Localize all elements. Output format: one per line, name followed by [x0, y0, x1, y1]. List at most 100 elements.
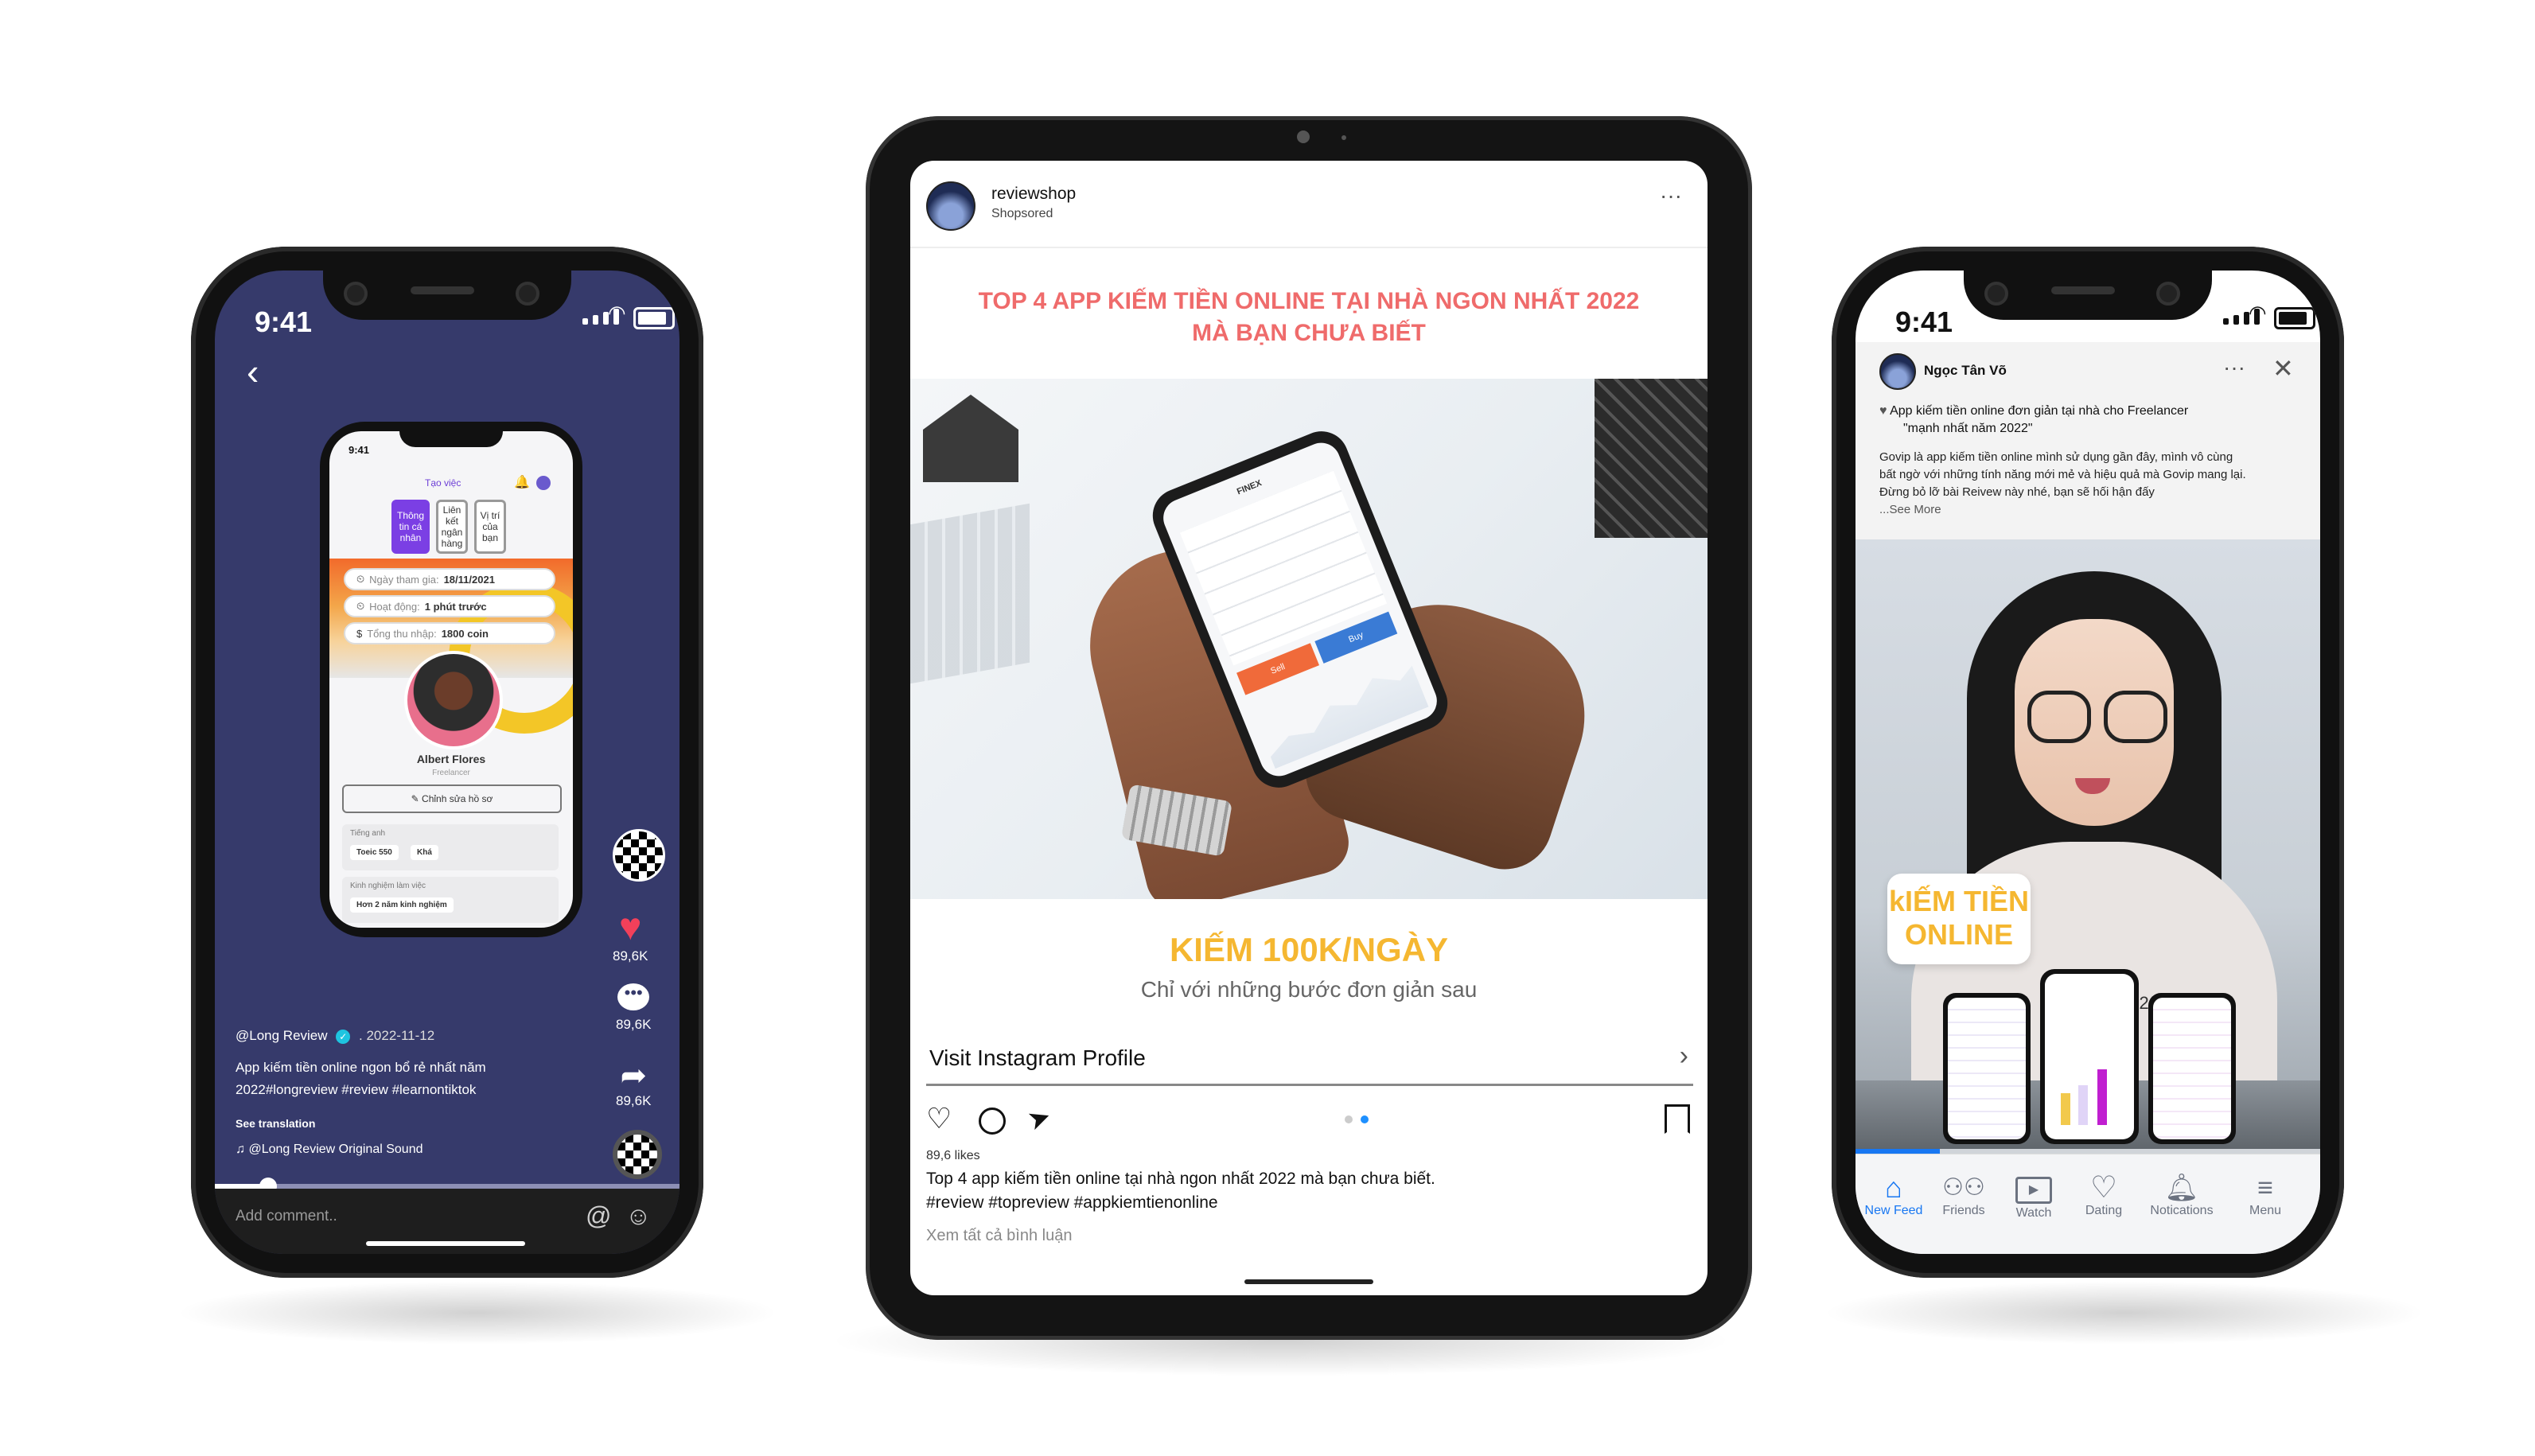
avatar [536, 476, 551, 490]
experience-value: Hơn 2 năm kinh nghiệm [350, 897, 454, 913]
info-label: Tổng thu nhập: [367, 627, 437, 640]
back-icon[interactable]: ‹ [247, 350, 259, 393]
like-icon[interactable]: ♡ [926, 1104, 952, 1133]
tiktok-screen: 9:41 ◠ ‹ 9:41 Tạo việc 🔔 Thông tin cá nh… [215, 271, 680, 1254]
language-value: Toeic 550 [350, 845, 399, 860]
nav-label: Notications [2150, 1204, 2214, 1217]
person-glasses-left [2027, 691, 2091, 743]
post-hashtags[interactable]: #review #topreview #appkiemtienonline [926, 1193, 1218, 1213]
preview-phone: 9:41 Tạo việc 🔔 Thông tin cá nhân Liên k… [320, 422, 582, 937]
home-indicator [366, 1241, 525, 1246]
battery-icon [2274, 307, 2315, 329]
sticker-line1: kIẾM TIỀN [1888, 885, 2030, 917]
video-username[interactable]: @Long Review ✓ . 2022-11-12 [236, 1028, 434, 1044]
video-caption-line1: App kiếm tiền online ngon bổ rẻ nhất năm [236, 1060, 486, 1075]
share-button[interactable]: ➦ 89,6K [616, 1058, 651, 1109]
close-icon[interactable]: ✕ [2272, 353, 2294, 383]
preview-tab-bank[interactable]: Liên kết ngân hàng [436, 500, 468, 554]
wifi-icon: ◠ [608, 301, 626, 325]
likes-count: 89,6 likes [926, 1149, 980, 1162]
sticker-label: kIẾM TIỀN ONLINE [1887, 874, 2031, 964]
status-time: 9:41 [1895, 306, 1953, 338]
post-title: ♥ App kiếm tiền online đơn giản tại nhà … [1879, 403, 2188, 438]
comment-input[interactable]: Add comment.. [236, 1208, 337, 1225]
see-translation-link[interactable]: See translation [236, 1117, 315, 1130]
more-options-icon[interactable]: ··· [2223, 355, 2245, 380]
person-glasses-right [2104, 691, 2167, 743]
mention-icon[interactable]: @ [586, 1201, 611, 1231]
share-count: 89,6K [616, 1093, 652, 1108]
photo-laptop [1595, 379, 1708, 538]
share-icon: ➦ [620, 1058, 647, 1093]
preview-tab-label: Thông tin cá nhân [396, 510, 425, 543]
edit-profile-button[interactable]: ✎ Chỉnh sửa hồ sơ [342, 784, 562, 813]
see-more-link[interactable]: ...See More [1879, 503, 1941, 516]
preview-tab-info[interactable]: Thông tin cá nhân [391, 500, 430, 554]
author-name[interactable]: Ngọc Tân Võ [1924, 363, 2007, 379]
mock-app-brand: FINEX [1235, 478, 1264, 497]
sound-name: @Long Review Original Sound [248, 1143, 423, 1156]
info-label: Hoạt động: [369, 600, 420, 613]
post-body-line1: Govip là app kiếm tiền online mình sử dụ… [1879, 450, 2233, 464]
creator-avatar-icon [613, 829, 665, 882]
nav-new-feed[interactable]: ⌂ New Feed [1862, 1172, 1926, 1218]
post-title-line1: App kiếm tiền online đơn giản tại nhà ch… [1890, 404, 2189, 418]
nav-menu[interactable]: ≡ Menu [2229, 1172, 2301, 1218]
verified-icon: ✓ [336, 1030, 351, 1044]
preview-tab-location[interactable]: Vị trí của bạn [474, 500, 506, 554]
post-body-line2: bất ngờ với những tính năng mới mẻ và hi… [1879, 468, 2246, 481]
nav-label: Watch [2015, 1206, 2052, 1220]
profile-name: Albert Flores [416, 753, 486, 765]
comment-icon[interactable] [979, 1108, 1006, 1135]
preview-notch [399, 431, 503, 447]
experience-title: Kinh nghiệm làm việc [350, 882, 426, 890]
info-value: 18/11/2021 [443, 573, 495, 586]
emoji-icon[interactable]: ☺ [625, 1201, 652, 1231]
edit-profile-label: Chỉnh sửa hồ sơ [422, 793, 493, 804]
sound-disc[interactable] [613, 1130, 662, 1179]
comment-icon: ••• [617, 983, 650, 1010]
sound-row[interactable]: ♫ @Long Review Original Sound [236, 1143, 422, 1157]
info-row-joined: ⏲ Ngày tham gia: 18/11/2021 [344, 568, 555, 590]
bell-icon: 🔔 [514, 476, 530, 489]
nav-notifications[interactable]: 🔔︎ Notications [2142, 1172, 2222, 1218]
tablet-camera [1297, 130, 1310, 143]
info-label: Ngày tham gia: [369, 573, 439, 586]
post-video[interactable]: 1927 kIẾM TIỀN ONLINE [1855, 539, 2320, 1150]
comment-button[interactable]: ••• 89,6K [616, 983, 651, 1033]
banner-title: KIẾM 100K/NGÀY [1169, 931, 1449, 968]
preview-tab-label: Vị trí của bạn [480, 510, 500, 543]
home-indicator [1244, 1279, 1373, 1284]
view-all-comments[interactable]: Xem tất cả bình luận [926, 1227, 1072, 1245]
save-icon[interactable] [1665, 1104, 1690, 1134]
facebook-phone: 9:41 ◠ Ngọc Tân Võ ··· ✕ ♥ App kiếm tiền… [1832, 247, 2344, 1278]
mini-phone-left [1943, 993, 2031, 1144]
wifi-icon: ◠ [2249, 301, 2267, 325]
sound-disc-icon [613, 1130, 662, 1179]
carousel-dot-active [1361, 1115, 1369, 1123]
comment-bar: Add comment.. @ ☺ [215, 1189, 680, 1254]
author-avatar[interactable] [1879, 353, 1916, 390]
nav-dating[interactable]: ♡ Dating [2072, 1172, 2136, 1218]
nav-friends[interactable]: ⚇⚇ Friends [1932, 1172, 1996, 1218]
post-body-line3: Đừng bỏ lỡ bài Reivew này nhé, bạn sẽ hố… [1879, 485, 2155, 499]
like-button[interactable]: ♥ 89,6K [613, 907, 648, 964]
post-headline-line2: MÀ BẠN CHƯA BIẾT [1192, 320, 1426, 346]
like-count: 89,6K [613, 948, 648, 964]
mock-buy-label: Buy [1347, 630, 1365, 645]
more-options-icon[interactable]: ··· [1660, 183, 1682, 208]
creator-avatar[interactable] [613, 829, 665, 882]
carousel-dot [1345, 1115, 1353, 1123]
account-name[interactable]: reviewshop [991, 185, 1076, 204]
post-photo[interactable]: FINEX Sell Buy [910, 379, 1708, 899]
account-avatar[interactable] [926, 181, 975, 231]
photo-keyboard [910, 503, 1030, 684]
username-text: @Long Review [236, 1028, 328, 1043]
phone-notch [1964, 271, 2212, 320]
instagram-tablet: reviewshop Shopsored ··· TOP 4 APP KIẾM … [866, 116, 1752, 1340]
facebook-screen: 9:41 ◠ Ngọc Tân Võ ··· ✕ ♥ App kiếm tiền… [1855, 271, 2320, 1254]
nav-watch[interactable]: ▶ Watch [2002, 1172, 2066, 1220]
visit-profile-row[interactable]: Visit Instagram Profile › [926, 1036, 1693, 1086]
send-icon[interactable]: ➤ [1023, 1100, 1055, 1137]
info-row-income: $ Tổng thu nhập: 1800 coin [344, 622, 555, 644]
